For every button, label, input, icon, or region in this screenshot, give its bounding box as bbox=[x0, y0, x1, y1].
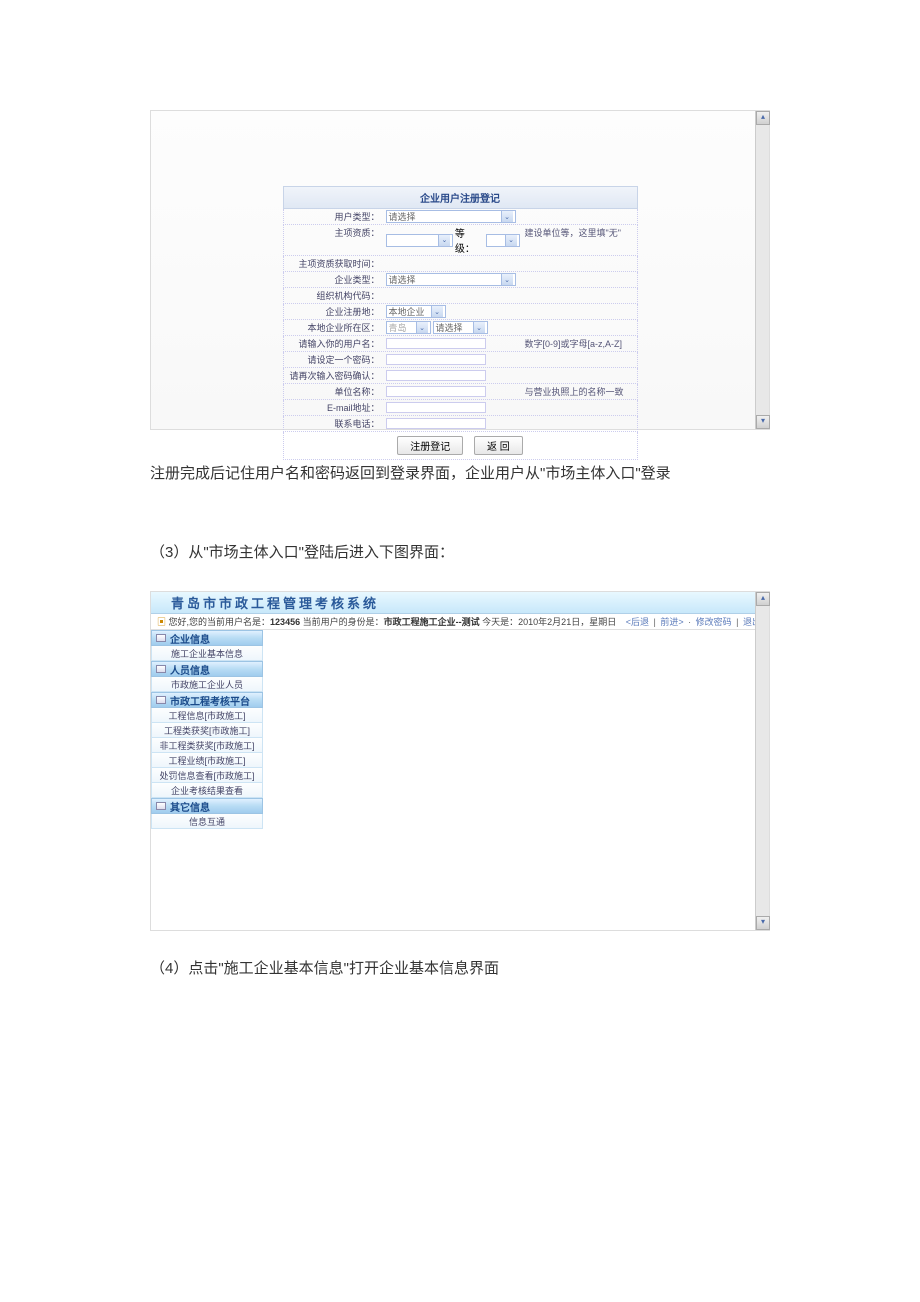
app-title: 青岛市市政工程管理考核系统 bbox=[171, 593, 379, 612]
prose-p1: 注册完成后记住用户名和密码返回到登录界面，企业用户从"市场主体入口"登录 bbox=[150, 460, 770, 489]
username-hint: 数字[0-9]或字母[a-z,A-Z] bbox=[522, 336, 637, 351]
sidebar-item-penalty[interactable]: 处罚信息查看[市政施工] bbox=[151, 768, 263, 783]
main-qual-hint: 建设单位等，这里填"无" bbox=[522, 225, 637, 255]
ent-type-label: 企业类型： bbox=[284, 272, 384, 287]
reg-loc-label: 企业注册地： bbox=[284, 304, 384, 319]
sidebar-item-basic-info[interactable]: 施工企业基本信息 bbox=[151, 646, 263, 661]
chevron-down-icon: ⌄ bbox=[501, 274, 513, 285]
back-button[interactable]: 返 回 bbox=[474, 436, 523, 455]
change-password-link[interactable]: 修改密码 bbox=[696, 617, 732, 627]
main-qual-select[interactable]: ⌄ bbox=[386, 234, 453, 247]
app-header: 青岛市市政工程管理考核系统 bbox=[151, 592, 769, 614]
reg-loc-select[interactable]: 本地企业⌄ bbox=[386, 305, 446, 318]
unit-name-label: 单位名称： bbox=[284, 384, 384, 399]
sidebar-section-other[interactable]: 其它信息 bbox=[151, 798, 263, 814]
scroll-down-icon[interactable]: ▾ bbox=[756, 916, 770, 930]
sidebar-item-proj-perf[interactable]: 工程业绩[市政施工] bbox=[151, 753, 263, 768]
phone-input[interactable] bbox=[386, 418, 486, 429]
sidebar-item-info-exchange[interactable]: 信息互通 bbox=[151, 814, 263, 829]
sidebar-item-proj-award[interactable]: 工程类获奖[市政施工] bbox=[151, 723, 263, 738]
city-select[interactable]: 青岛⌄ bbox=[386, 321, 431, 334]
chevron-down-icon: ⌄ bbox=[438, 235, 450, 246]
sidebar-item-proj-info[interactable]: 工程信息[市政施工] bbox=[151, 708, 263, 723]
phone-label: 联系电话： bbox=[284, 416, 384, 431]
info-icon: ▣ bbox=[157, 617, 166, 627]
scrollbar[interactable]: ▴ ▾ bbox=[755, 592, 769, 930]
qual-time-label: 主项资质获取时间： bbox=[284, 256, 384, 271]
user-type-select[interactable]: 请选择⌄ bbox=[386, 210, 516, 223]
registration-form-screenshot: ▴ ▾ 企业用户注册登记 用户类型： 请选择⌄ 主项资质： ⌄ 等级： bbox=[150, 110, 770, 430]
level-label: 等级： bbox=[455, 225, 484, 255]
sidebar-item-nonproj-award[interactable]: 非工程类获奖[市政施工] bbox=[151, 738, 263, 753]
unit-name-hint: 与营业执照上的名称一致 bbox=[522, 384, 637, 399]
folder-icon bbox=[156, 696, 166, 704]
sidebar-item-personnel[interactable]: 市政施工企业人员 bbox=[151, 677, 263, 692]
register-button[interactable]: 注册登记 bbox=[397, 436, 463, 455]
forward-link[interactable]: 前进> bbox=[660, 617, 683, 627]
ent-type-select[interactable]: 请选择⌄ bbox=[386, 273, 516, 286]
org-code-label: 组织机构代码： bbox=[284, 288, 384, 303]
folder-icon bbox=[156, 634, 166, 642]
sidebar-section-enterprise[interactable]: 企业信息 bbox=[151, 630, 263, 646]
local-area-label: 本地企业所在区： bbox=[284, 320, 384, 335]
chevron-down-icon: ⌄ bbox=[431, 306, 443, 317]
scroll-up-icon[interactable]: ▴ bbox=[756, 592, 770, 606]
confirm-input[interactable] bbox=[386, 370, 486, 381]
form-title: 企业用户注册登记 bbox=[283, 186, 638, 209]
username-input[interactable] bbox=[386, 338, 486, 349]
user-type-label: 用户类型： bbox=[284, 209, 384, 224]
level-select[interactable]: ⌄ bbox=[486, 234, 520, 247]
prose-p3: （4）点击"施工企业基本信息"打开企业基本信息界面 bbox=[150, 955, 770, 984]
main-content bbox=[263, 630, 769, 930]
chevron-down-icon: ⌄ bbox=[473, 322, 485, 333]
scroll-up-icon[interactable]: ▴ bbox=[756, 111, 770, 125]
scrollbar[interactable]: ▴ ▾ bbox=[755, 111, 769, 429]
password-input[interactable] bbox=[386, 354, 486, 365]
dashboard-screenshot: ▴ ▾ 青岛市市政工程管理考核系统 ▣ 您好,您的当前用户名是：123456 当… bbox=[150, 591, 770, 931]
back-link[interactable]: <后退 bbox=[626, 617, 649, 627]
folder-icon bbox=[156, 802, 166, 810]
chevron-down-icon: ⌄ bbox=[505, 235, 517, 246]
email-label: E-mail地址： bbox=[284, 400, 384, 415]
sidebar-section-personnel[interactable]: 人员信息 bbox=[151, 661, 263, 677]
confirm-label: 请再次输入密码确认： bbox=[284, 368, 384, 383]
username-label: 请输入你的用户名： bbox=[284, 336, 384, 351]
sidebar-item-assessment[interactable]: 企业考核结果查看 bbox=[151, 783, 263, 798]
unit-name-input[interactable] bbox=[386, 386, 486, 397]
main-qual-label: 主项资质： bbox=[284, 225, 384, 255]
district-select[interactable]: 请选择⌄ bbox=[433, 321, 488, 334]
folder-icon bbox=[156, 665, 166, 673]
prose-p2: （3）从"市场主体入口"登陆后进入下图界面： bbox=[150, 539, 770, 568]
sidebar-section-platform[interactable]: 市政工程考核平台 bbox=[151, 692, 263, 708]
chevron-down-icon: ⌄ bbox=[501, 211, 513, 222]
email-input[interactable] bbox=[386, 402, 486, 413]
scroll-down-icon[interactable]: ▾ bbox=[756, 415, 770, 429]
sidebar: 企业信息 施工企业基本信息 人员信息 市政施工企业人员 市政工程考核平台 工程信… bbox=[151, 630, 263, 930]
info-bar: ▣ 您好,您的当前用户名是：123456 当前用户的身份是：市政工程施工企业--… bbox=[151, 614, 769, 630]
password-label: 请设定一个密码： bbox=[284, 352, 384, 367]
chevron-down-icon: ⌄ bbox=[416, 322, 428, 333]
